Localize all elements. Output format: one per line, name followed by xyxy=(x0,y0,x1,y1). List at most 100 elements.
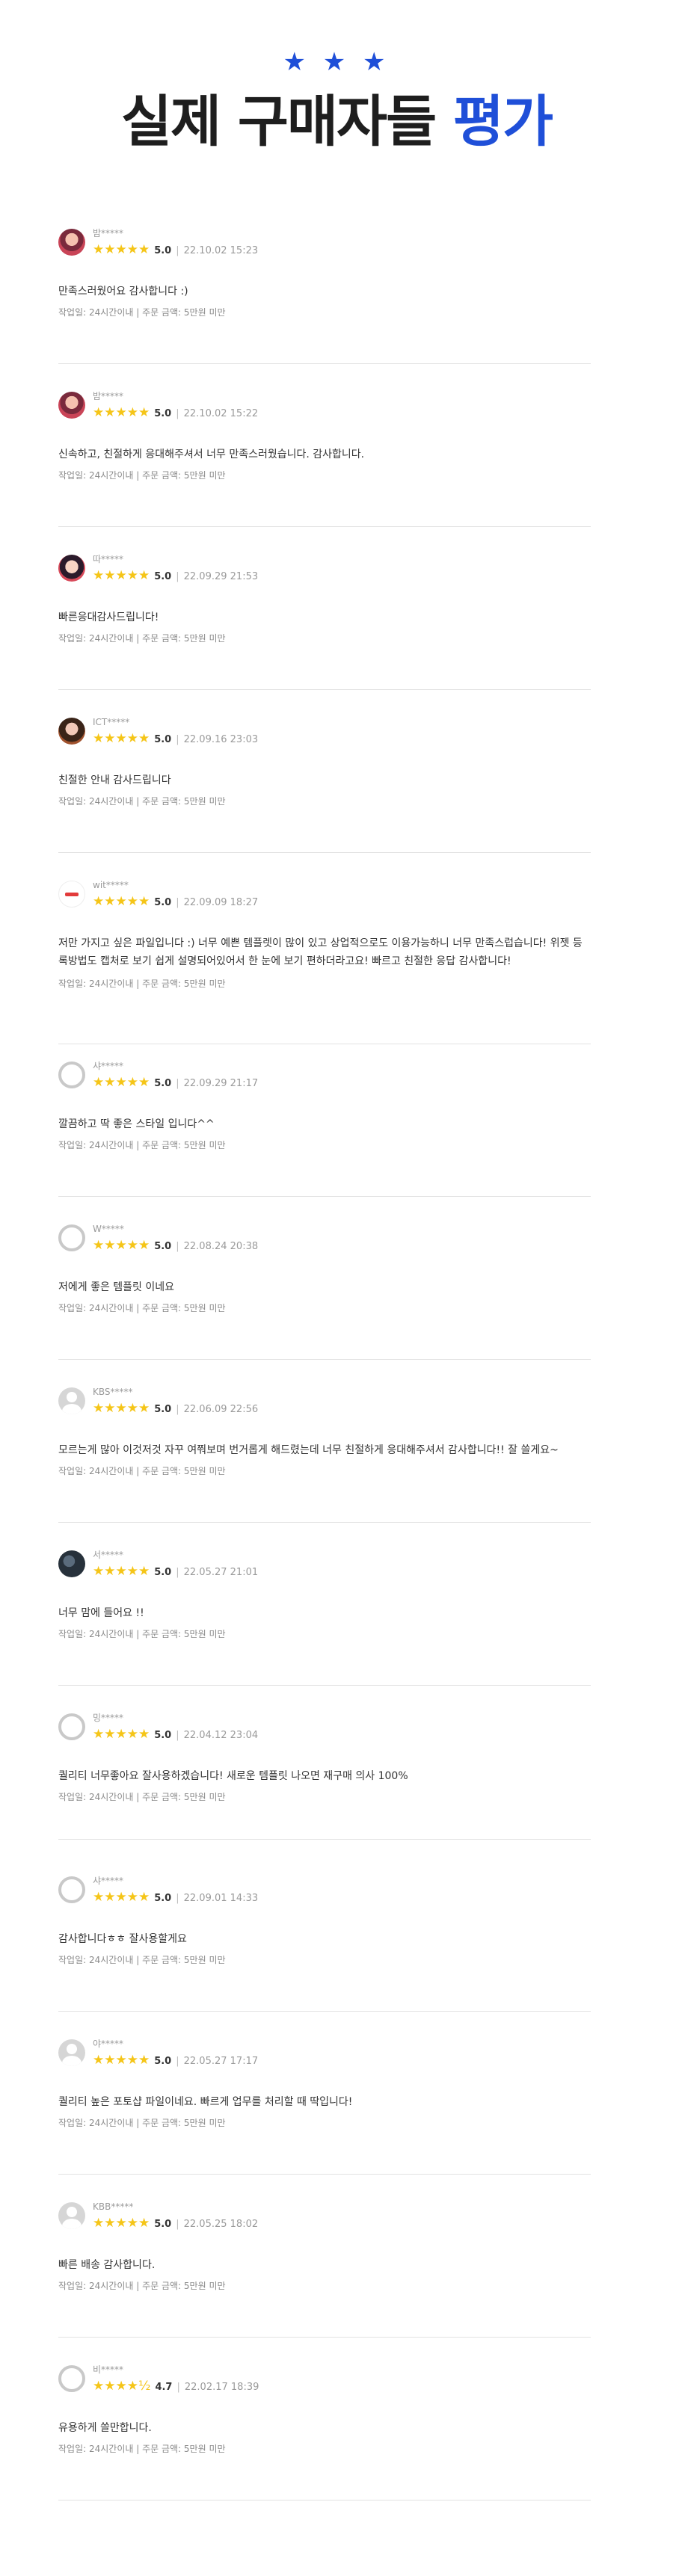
rating-score: 5.0 xyxy=(154,1404,172,1415)
avatar xyxy=(58,2039,85,2066)
reviewer-name: wit***** xyxy=(93,880,129,890)
rating-score: 5.0 xyxy=(154,571,172,582)
review-text: 저만 가지고 싶은 파일입니다 :) 너무 예쁜 템플렛이 많이 있고 상업적으… xyxy=(58,937,583,967)
review-text: 깔끔하고 딱 좋은 스타일 입니다^^ xyxy=(58,1118,215,1130)
rating-score: 4.7 xyxy=(155,2382,173,2393)
review-item: 야***** ★★★★★ 5.0 | 22.05.27 17:17 퀄리티 높은 포토… xyxy=(58,2039,591,2175)
review-text: 빠른응대감사드립니다! xyxy=(58,611,159,623)
review-text: 만족스러웠어요 감사합니다 :) xyxy=(58,286,188,298)
rating-row: ★★★★★ 5.0 | 22.04.12 23:04 xyxy=(93,1727,259,1742)
rating-stars-icon: ★★★★★ xyxy=(93,894,150,909)
review-item: ICT***** ★★★★★ 5.0 | 22.09.16 23:03 친절한 안내 … xyxy=(58,717,591,853)
rating-stars-icon: ★★★★★ xyxy=(93,1238,150,1253)
rating-stars-icon: ★★★★★ xyxy=(93,242,150,257)
rating-score: 5.0 xyxy=(154,2056,172,2067)
rating-score: 5.0 xyxy=(154,897,172,908)
review-meta: 작업일: 24시간이내 | 주문 금액: 5만원 미만 xyxy=(58,1140,226,1150)
review-date: 22.09.29 21:53 xyxy=(183,571,259,582)
page-title-accent: 평가 xyxy=(452,90,553,154)
review-date: 22.05.27 21:01 xyxy=(183,1567,259,1578)
reviewer-name: 밤***** xyxy=(93,391,124,401)
review-meta: 작업일: 24시간이내 | 주문 금액: 5만원 미만 xyxy=(58,1629,226,1639)
rating-row: ★★★★★ 5.0 | 22.10.02 15:23 xyxy=(93,242,259,257)
reviewer-name: 밤***** xyxy=(93,228,124,238)
review-item: KBB***** ★★★★★ 5.0 | 22.05.25 18:02 빠른 배송 감… xyxy=(58,2201,591,2338)
review-date: 22.04.12 23:04 xyxy=(183,1730,259,1741)
review-meta: 작업일: 24시간이내 | 주문 금액: 5만원 미만 xyxy=(58,2444,226,2454)
review-text: 퀄리티 높은 포토샵 파일이네요. 빠르게 업무를 처리할 때 딱입니다! xyxy=(58,2096,353,2108)
rating-stars-icon: ★★★★★ xyxy=(93,568,150,583)
rating-row: ★★★★★ 5.0 | 22.06.09 22:56 xyxy=(93,1401,259,1416)
header-stars-icon: ★ ★ ★ xyxy=(283,47,390,77)
avatar xyxy=(58,229,85,256)
review-text: 저에게 좋은 템플릿 이네요 xyxy=(58,1281,175,1293)
review-item: 밤***** ★★★★★ 5.0 | 22.10.02 15:23 만족스러웠어요 감… xyxy=(58,228,591,364)
review-text: 빠른 배송 감사합니다. xyxy=(58,2259,156,2271)
rating-score: 5.0 xyxy=(154,408,172,419)
review-text: 감사합니다ㅎㅎ 잘사용할게요 xyxy=(58,1933,187,1945)
rating-stars-icon: ★★★★★ xyxy=(93,1727,150,1742)
review-meta: 작업일: 24시간이내 | 주문 금액: 5만원 미만 xyxy=(58,1792,226,1802)
rating-row: ★★★★★ 5.0 | 22.09.09 18:27 xyxy=(93,894,259,909)
rating-row: ★★★★★ 5.0 | 22.09.16 23:03 xyxy=(93,731,259,746)
review-meta: 작업일: 24시간이내 | 주문 금액: 5만원 미만 xyxy=(58,1955,226,1965)
rating-score: 5.0 xyxy=(154,245,172,256)
rating-stars-icon: ★★★★★ xyxy=(93,731,150,746)
review-text: 퀄리티 너무좋아요 잘사용하겠습니다! 새로운 템플릿 나오면 재구매 의사 1… xyxy=(58,1770,408,1782)
review-item: 샤***** ★★★★★ 5.0 | 22.09.01 14:33 감사합니다ㅎㅎ 잘… xyxy=(58,1876,591,2012)
reviewer-name: W***** xyxy=(93,1224,124,1234)
review-meta: 작업일: 24시간이내 | 주문 금액: 5만원 미만 xyxy=(58,1303,226,1313)
rating-row: ★★★★½ 4.7 | 22.02.17 18:39 xyxy=(93,2379,259,2394)
reviewer-name: KBS***** xyxy=(93,1387,133,1397)
rating-stars-icon: ★★★★★ xyxy=(93,1401,150,1416)
review-item: KBS***** ★★★★★ 5.0 | 22.06.09 22:56 모르는게 많아… xyxy=(58,1387,591,1523)
review-date: 22.09.09 18:27 xyxy=(183,897,259,908)
review-meta: 작업일: 24시간이내 | 주문 금액: 5만원 미만 xyxy=(58,796,226,807)
avatar xyxy=(58,1713,85,1740)
review-date: 22.09.16 23:03 xyxy=(183,734,259,745)
avatar xyxy=(58,1224,85,1251)
rating-row: ★★★★★ 5.0 | 22.09.29 21:17 xyxy=(93,1075,259,1090)
rating-row: ★★★★★ 5.0 | 22.05.27 21:01 xyxy=(93,1564,259,1579)
rating-score: 5.0 xyxy=(154,734,172,745)
review-meta: 작업일: 24시간이내 | 주문 금액: 5만원 미만 xyxy=(58,633,226,644)
review-item: W***** ★★★★★ 5.0 | 22.08.24 20:38 저에게 좋은 템플… xyxy=(58,1224,591,1360)
reviewer-name: KBB***** xyxy=(93,2201,134,2212)
avatar xyxy=(58,718,85,745)
rating-score: 5.0 xyxy=(154,1893,172,1904)
rating-score: 5.0 xyxy=(154,1241,172,1252)
rating-stars-icon: ★★★★★ xyxy=(93,2053,150,2068)
page-header: ★ ★ ★ 실제 구매자들 평가 xyxy=(0,0,673,179)
review-meta: 작업일: 24시간이내 | 주문 금액: 5만원 미만 xyxy=(58,2118,226,2128)
review-text: 신속하고, 친절하게 응대해주셔서 너무 만족스러웠습니다. 감사합니다. xyxy=(58,449,365,460)
review-text: 모르는게 많아 이것저것 자꾸 여쭤보며 번거롭게 해드렸는데 너무 친절하게 … xyxy=(58,1444,559,1456)
avatar xyxy=(58,392,85,419)
rating-row: ★★★★★ 5.0 | 22.10.02 15:22 xyxy=(93,405,259,420)
avatar xyxy=(58,1876,85,1903)
reviewer-name: 샤***** xyxy=(93,1876,124,1886)
avatar xyxy=(58,555,85,582)
rating-stars-icon: ★★★★★ xyxy=(93,2216,150,2231)
rating-row: ★★★★★ 5.0 | 22.09.01 14:33 xyxy=(93,1890,259,1905)
reviewer-name: 서***** xyxy=(93,1550,124,1560)
rating-stars-icon: ★★★★½ xyxy=(93,2379,151,2394)
avatar xyxy=(58,1550,85,1577)
reviewer-name: ICT***** xyxy=(93,717,130,727)
rating-score: 5.0 xyxy=(154,1567,172,1578)
review-item: wit***** ★★★★★ 5.0 | 22.09.09 18:27 저만 가지고 … xyxy=(58,880,591,1044)
avatar xyxy=(58,881,85,908)
review-date: 22.10.02 15:22 xyxy=(183,408,259,419)
review-item: 샤***** ★★★★★ 5.0 | 22.09.29 21:17 깔끔하고 딱 좋은… xyxy=(58,1061,591,1197)
review-date: 22.05.27 17:17 xyxy=(183,2056,259,2067)
rating-score: 5.0 xyxy=(154,1078,172,1089)
reviewer-name: 따***** xyxy=(93,554,124,564)
avatar xyxy=(58,2365,85,2392)
review-item: 비***** ★★★★½ 4.7 | 22.02.17 18:39 유용하게 쓸만합니… xyxy=(58,2364,591,2500)
review-text: 친절한 안내 감사드립니다 xyxy=(58,774,171,786)
review-date: 22.05.25 18:02 xyxy=(183,2219,259,2230)
review-item: 서***** ★★★★★ 5.0 | 22.05.27 21:01 너무 맘에 들어요… xyxy=(58,1550,591,1686)
review-meta: 작업일: 24시간이내 | 주문 금액: 5만원 미만 xyxy=(58,1466,226,1476)
rating-stars-icon: ★★★★★ xyxy=(93,405,150,420)
review-meta: 작업일: 24시간이내 | 주문 금액: 5만원 미만 xyxy=(58,2281,226,2291)
rating-stars-icon: ★★★★★ xyxy=(93,1075,150,1090)
